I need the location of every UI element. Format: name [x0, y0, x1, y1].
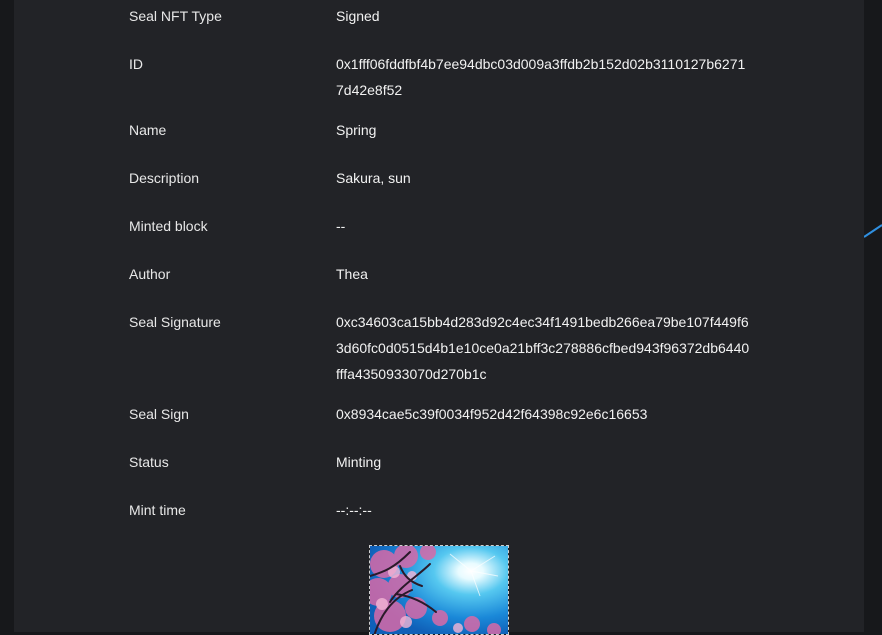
detail-label: Minted block — [129, 218, 208, 234]
nft-image-artwork — [370, 546, 508, 634]
detail-label: Seal Sign — [129, 406, 189, 422]
detail-label: Description — [129, 170, 200, 186]
detail-label: Seal NFT Type — [129, 8, 222, 24]
detail-label: Seal Signature — [129, 314, 221, 330]
detail-value: Spring — [336, 122, 377, 138]
nft-image[interactable] — [369, 545, 509, 635]
nft-detail-panel: Seal NFT Type Signed ID 0x1fff06fddfbf4b… — [14, 0, 864, 632]
detail-value: Signed — [336, 8, 380, 24]
detail-value: Minting — [336, 454, 382, 470]
detail-value: 0xc34603ca15bb4d283d92c4ec34f1491bedb266… — [336, 314, 750, 382]
edge-accent-line — [864, 224, 882, 238]
detail-value: Thea — [336, 266, 368, 282]
detail-value: 0x8934cae5c39f0034f952d42f64398c92e6c166… — [336, 406, 648, 422]
detail-value: Sakura, sun — [336, 170, 411, 186]
detail-value: -- — [336, 218, 346, 234]
detail-value: --:--:-- — [336, 502, 372, 518]
detail-label: Author — [129, 266, 171, 282]
detail-value: 0x1fff06fddfbf4b7ee94dbc03d009a3ffdb2b15… — [336, 56, 746, 98]
detail-label: Mint time — [129, 502, 186, 518]
detail-label: Status — [129, 454, 169, 470]
detail-label: Name — [129, 122, 167, 138]
detail-label: ID — [129, 56, 143, 72]
